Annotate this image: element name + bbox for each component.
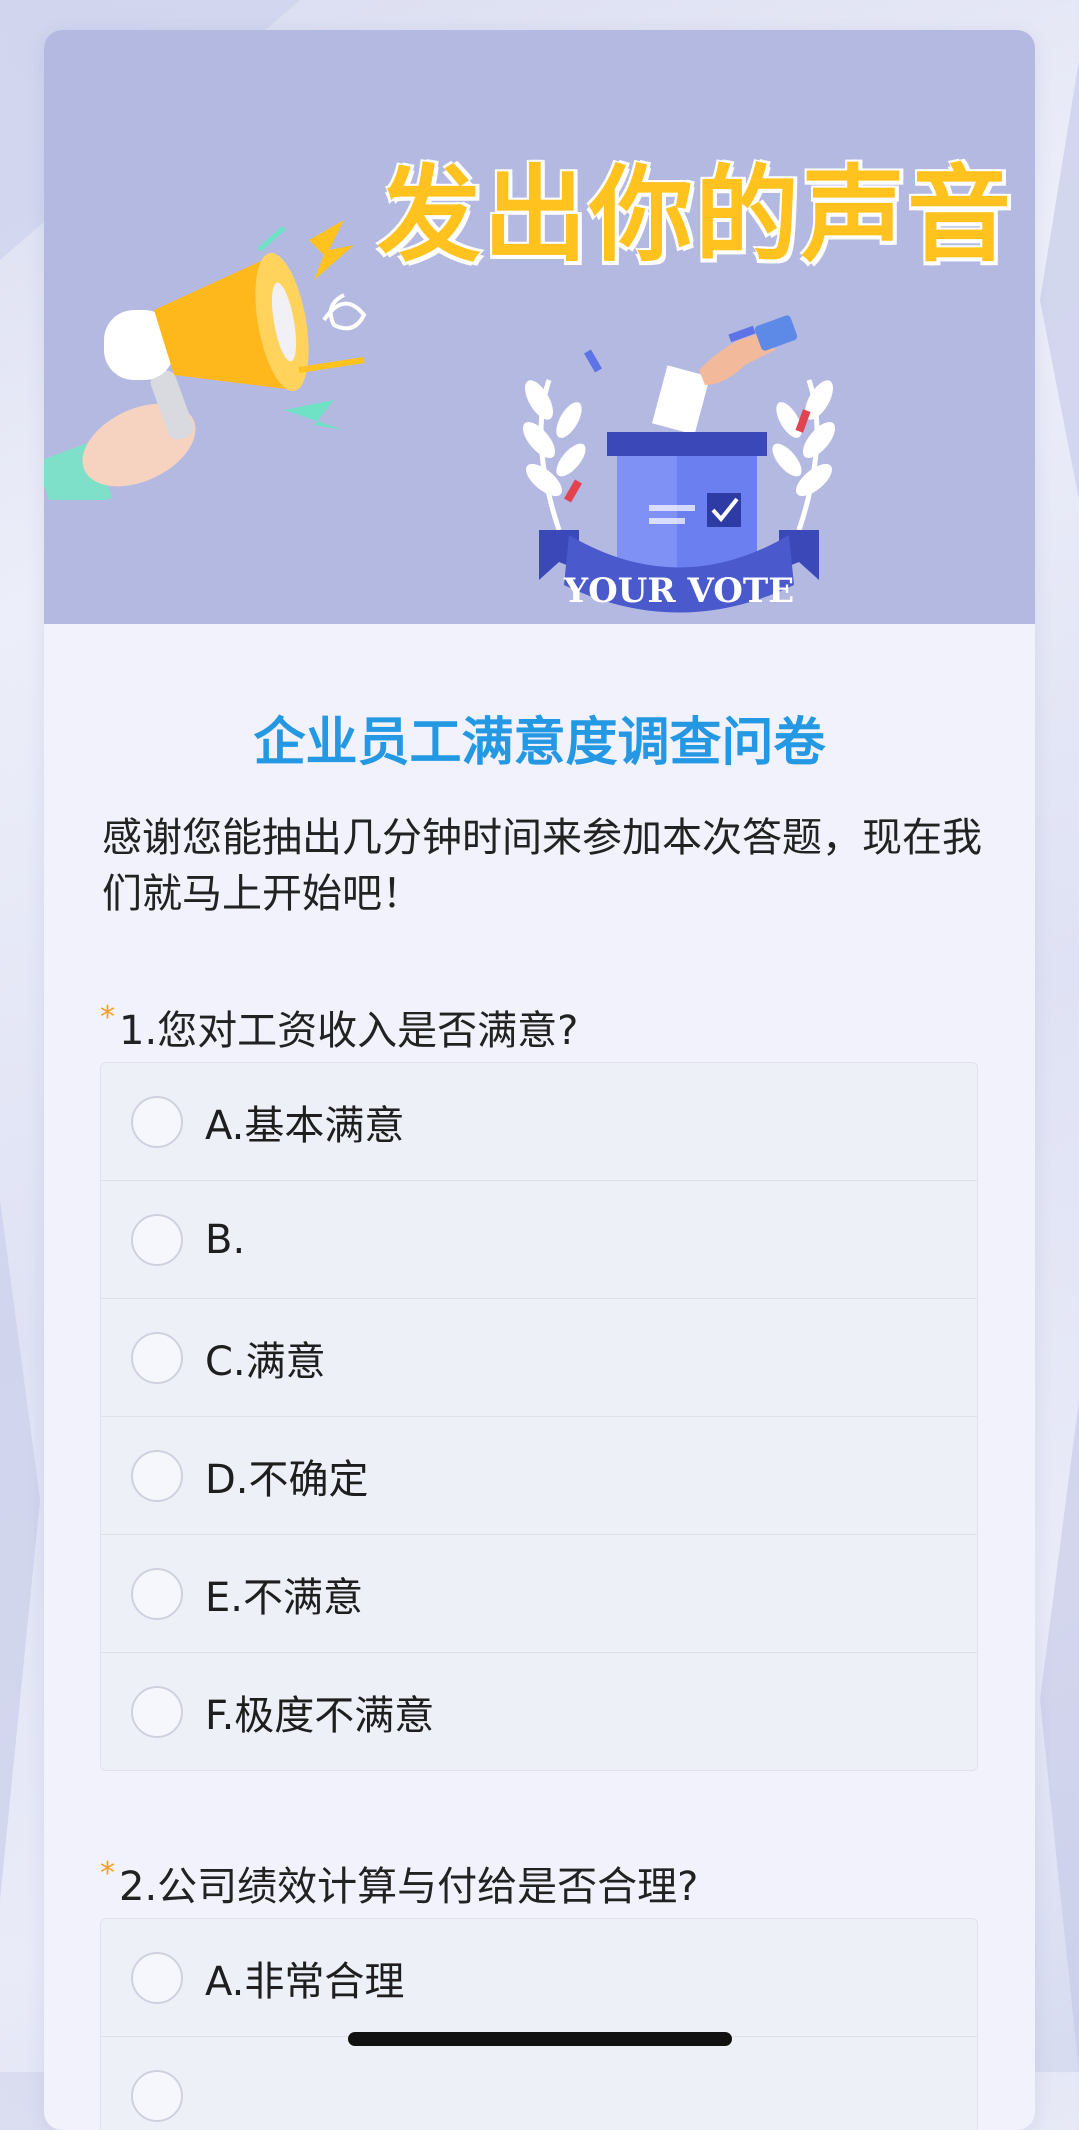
- radio-button[interactable]: [131, 1567, 183, 1620]
- radio-button[interactable]: [131, 1685, 183, 1738]
- question-2-title: * 2.公司绩效计算与付给是否合理?: [100, 1854, 698, 1912]
- option-1e[interactable]: E.不满意: [101, 1535, 977, 1653]
- option-1b[interactable]: B.: [101, 1181, 977, 1299]
- question-text: 2.公司绩效计算与付给是否合理?: [119, 1864, 699, 1910]
- option-label: A.非常合理: [205, 1958, 405, 2005]
- megaphone-icon: [44, 220, 367, 500]
- option-label: E.不满意: [205, 1574, 363, 1621]
- option-label: C.满意: [205, 1338, 326, 1385]
- option-1a[interactable]: A.基本满意: [101, 1063, 977, 1181]
- option-label: B.: [205, 1216, 246, 1263]
- banner: 发出你的声音 YOUR VOTE: [44, 30, 1035, 624]
- required-marker: *: [100, 1856, 115, 1891]
- option-1d[interactable]: D.不确定: [101, 1417, 977, 1535]
- survey-card: 发出你的声音 YOUR VOTE 企业员工满意度调查问卷 感谢您能抽出几分钟时间…: [44, 30, 1035, 2130]
- radio-button[interactable]: [131, 1951, 183, 2004]
- question-1-title: * 1.您对工资收入是否满意?: [100, 998, 578, 1056]
- option-1f[interactable]: F.极度不满意: [101, 1653, 977, 1770]
- option-label: F.极度不满意: [205, 1692, 435, 1739]
- ribbon-text: YOUR VOTE: [563, 571, 794, 611]
- option-2b[interactable]: [101, 2037, 977, 2130]
- question-text: 1.您对工资收入是否满意?: [119, 1008, 579, 1054]
- question-2-options: A.非常合理: [100, 1918, 978, 2130]
- option-label: D.不确定: [205, 1456, 369, 1503]
- radio-button[interactable]: [131, 2069, 183, 2122]
- radio-button[interactable]: [131, 1095, 183, 1148]
- radio-button[interactable]: [131, 1449, 183, 1502]
- option-2a[interactable]: A.非常合理: [101, 1919, 977, 2037]
- survey-title: 企业员工满意度调查问卷: [253, 713, 826, 773]
- banner-headline: 发出你的声音: [376, 154, 1013, 276]
- radio-button[interactable]: [131, 1213, 183, 1266]
- home-indicator: [348, 2032, 732, 2046]
- radio-button[interactable]: [131, 1331, 183, 1384]
- option-label: A.基本满意: [205, 1102, 405, 1149]
- required-marker: *: [100, 1000, 115, 1035]
- question-1-options: A.基本满意 B. C.满意 D.不确定 E.不满意 F.极度不满意: [100, 1062, 978, 1771]
- survey-intro: 感谢您能抽出几分钟时间来参加本次答题，现在我们就马上开始吧！: [102, 815, 982, 917]
- checkmark-icon: [707, 493, 741, 527]
- option-1c[interactable]: C.满意: [101, 1299, 977, 1417]
- ballot-box-icon: YOUR VOTE: [522, 315, 836, 613]
